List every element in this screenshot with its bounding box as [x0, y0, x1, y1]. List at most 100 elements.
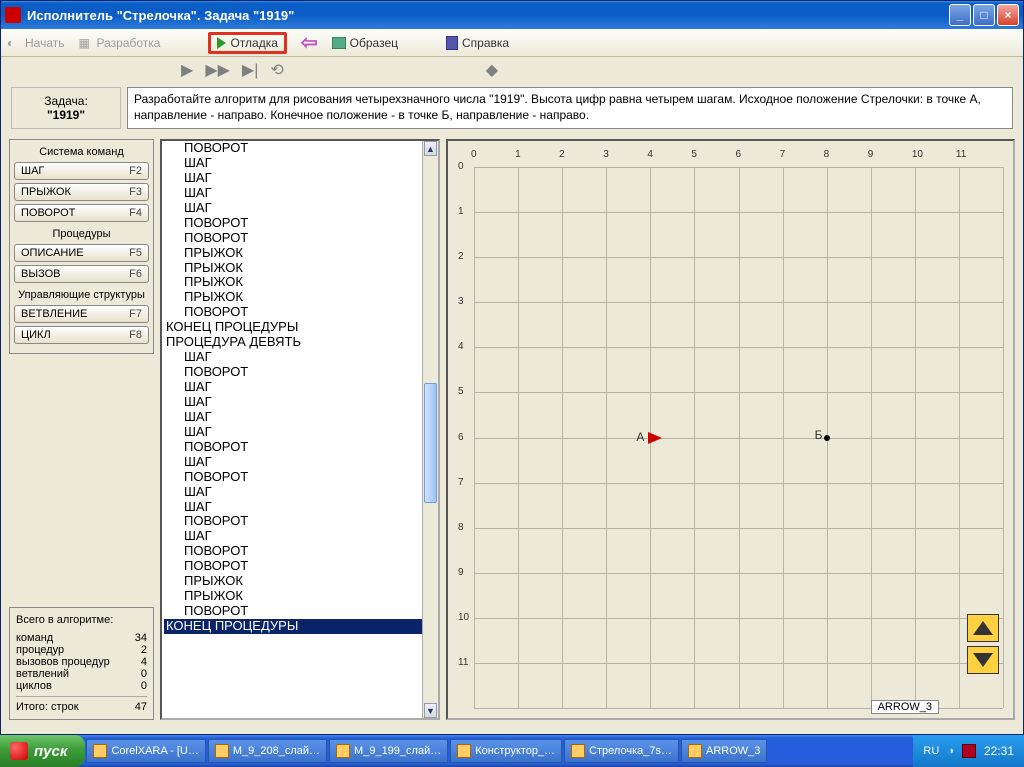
- code-line[interactable]: ПРЫЖОК: [164, 246, 436, 261]
- reset-icon[interactable]: ⟲: [270, 60, 283, 80]
- code-line[interactable]: ШАГ: [164, 425, 436, 440]
- cmd-call-button[interactable]: ВЫЗОВF6: [14, 265, 149, 283]
- cmd-branch-button[interactable]: ВЕТВЛЕНИЕF7: [14, 305, 149, 323]
- cmd-step-button[interactable]: ШАГF2: [14, 162, 149, 180]
- code-line[interactable]: ШАГ: [164, 186, 436, 201]
- cmd-describe-button[interactable]: ОПИСАНИЕF5: [14, 244, 149, 262]
- task-description: Разработайте алгоритм для рисования четы…: [127, 87, 1013, 129]
- app-icon: [5, 7, 21, 23]
- kaspersky-icon[interactable]: [962, 744, 976, 758]
- code-line[interactable]: ШАГ: [164, 500, 436, 515]
- code-line[interactable]: ПОВОРОТ: [164, 544, 436, 559]
- code-line[interactable]: ПОВОРОТ: [164, 604, 436, 619]
- axis-x-label: 11: [956, 149, 966, 160]
- code-line[interactable]: ПРЫЖОК: [164, 275, 436, 290]
- code-line[interactable]: ШАГ: [164, 350, 436, 365]
- tray-icon[interactable]: ◑: [947, 745, 954, 757]
- code-line[interactable]: КОНЕЦ ПРОЦЕДУРЫ: [164, 320, 436, 335]
- code-line[interactable]: КОНЕЦ ПРОЦЕДУРЫ: [164, 619, 436, 634]
- marker-icon[interactable]: ◆: [486, 60, 498, 80]
- menubar: ◐ Начать ▦ Разработка Отладка ⇦ Образец …: [1, 29, 1023, 57]
- maximize-button[interactable]: □: [973, 4, 995, 26]
- axis-y-label: 1: [458, 206, 464, 217]
- axis-y-label: 0: [458, 161, 464, 172]
- play-step-icon[interactable]: ▶: [181, 60, 193, 80]
- code-line[interactable]: ПОВОРОТ: [164, 440, 436, 455]
- menu-start[interactable]: ◐ Начать: [7, 36, 65, 50]
- scroll-down-icon[interactable]: ▼: [424, 703, 437, 718]
- axis-x-label: 1: [515, 149, 521, 160]
- playback-toolbar: ▶ ▶▶ ▶| ⟲ ◆: [1, 57, 1023, 83]
- taskbar-item[interactable]: Конструктор_…: [450, 739, 562, 763]
- taskbar-item-label: ARROW_3: [706, 745, 760, 757]
- menu-debug[interactable]: Отладка: [208, 32, 286, 54]
- code-line[interactable]: ПОВОРОТ: [164, 514, 436, 529]
- code-line[interactable]: ПОВОРОТ: [164, 365, 436, 380]
- taskbar-item[interactable]: Стрелочка_7s…: [564, 739, 679, 763]
- taskbar-item-icon: [93, 744, 107, 758]
- code-line[interactable]: ПОВОРОТ: [164, 216, 436, 231]
- titlebar: Исполнитель "Стрелочка". Задача "1919" _…: [1, 1, 1023, 29]
- code-line[interactable]: ШАГ: [164, 201, 436, 216]
- code-line[interactable]: ПОВОРОТ: [164, 231, 436, 246]
- start-button[interactable]: пуск: [0, 735, 85, 767]
- stats-title: Всего в алгоритме:: [16, 614, 147, 626]
- play-end-icon[interactable]: ▶|: [242, 60, 258, 80]
- grid-up-button[interactable]: [967, 614, 999, 642]
- code-line[interactable]: ШАГ: [164, 380, 436, 395]
- clock: 22:31: [984, 744, 1014, 758]
- code-line[interactable]: ПРЫЖОК: [164, 589, 436, 604]
- taskbar-item[interactable]: ARROW_3: [681, 739, 767, 763]
- code-line[interactable]: ШАГ: [164, 410, 436, 425]
- grid-down-button[interactable]: [967, 646, 999, 674]
- scroll-up-icon[interactable]: ▲: [424, 141, 437, 156]
- code-pane[interactable]: ПОВОРОТШАГШАГШАГШАГПОВОРОТПОВОРОТПРЫЖОКП…: [160, 139, 440, 720]
- taskbar-item-label: CorelXARA - [U…: [111, 745, 198, 757]
- code-line[interactable]: ПОВОРОТ: [164, 305, 436, 320]
- menu-help[interactable]: Справка: [446, 36, 509, 50]
- axis-y-label: 7: [458, 477, 464, 488]
- play-fast-icon[interactable]: ▶▶: [205, 60, 230, 80]
- cmd-loop-button[interactable]: ЦИКЛF8: [14, 326, 149, 344]
- code-line[interactable]: ШАГ: [164, 529, 436, 544]
- taskbar: пуск CorelXARA - [U… М_9_208_слай…М_9_199…: [0, 735, 1024, 767]
- menu-develop[interactable]: ▦ Разработка: [79, 36, 161, 50]
- windows-icon: [10, 742, 28, 760]
- menu-sample[interactable]: Образец: [332, 36, 398, 50]
- commands-panel: Система команд ШАГF2 ПРЫЖОКF3 ПОВОРОТF4 …: [9, 139, 154, 354]
- procedures-title: Процедуры: [14, 228, 149, 240]
- language-indicator[interactable]: RU: [923, 745, 939, 757]
- axis-y-label: 10: [458, 612, 469, 623]
- menu-develop-label: Разработка: [97, 36, 161, 50]
- axis-x-label: 0: [471, 149, 477, 160]
- code-line[interactable]: ШАГ: [164, 485, 436, 500]
- axis-y-label: 9: [458, 567, 464, 578]
- sample-icon: [332, 37, 346, 49]
- code-line[interactable]: ШАГ: [164, 171, 436, 186]
- minimize-button[interactable]: _: [949, 4, 971, 26]
- code-line[interactable]: ПРЫЖОК: [164, 261, 436, 276]
- scroll-thumb[interactable]: [424, 383, 437, 503]
- close-button[interactable]: ×: [997, 4, 1019, 26]
- controls-title: Управляющие структуры: [14, 289, 149, 301]
- menu-help-label: Справка: [462, 36, 509, 50]
- axis-y-label: 4: [458, 341, 464, 352]
- taskbar-item[interactable]: М_9_208_слай…: [208, 739, 327, 763]
- code-line[interactable]: ПРЫЖОК: [164, 574, 436, 589]
- code-line[interactable]: ШАГ: [164, 156, 436, 171]
- code-line[interactable]: ШАГ: [164, 395, 436, 410]
- cmd-turn-button[interactable]: ПОВОРОТF4: [14, 204, 149, 222]
- code-line[interactable]: ПРЫЖОК: [164, 290, 436, 305]
- cmd-jump-button[interactable]: ПРЫЖОКF3: [14, 183, 149, 201]
- window-title: Исполнитель "Стрелочка". Задача "1919": [27, 8, 949, 23]
- code-line[interactable]: ПРОЦЕДУРА ДЕВЯТЬ: [164, 335, 436, 350]
- code-scrollbar[interactable]: ▲ ▼: [422, 141, 438, 718]
- code-line[interactable]: ПОВОРОТ: [164, 141, 436, 156]
- code-line[interactable]: ШАГ: [164, 455, 436, 470]
- axis-x-label: 8: [824, 149, 830, 160]
- code-line[interactable]: ПОВОРОТ: [164, 470, 436, 485]
- taskbar-item[interactable]: М_9_199_слай…: [329, 739, 448, 763]
- task-label: Задача:: [14, 94, 118, 108]
- code-line[interactable]: ПОВОРОТ: [164, 559, 436, 574]
- taskbar-item[interactable]: CorelXARA - [U…: [86, 739, 205, 763]
